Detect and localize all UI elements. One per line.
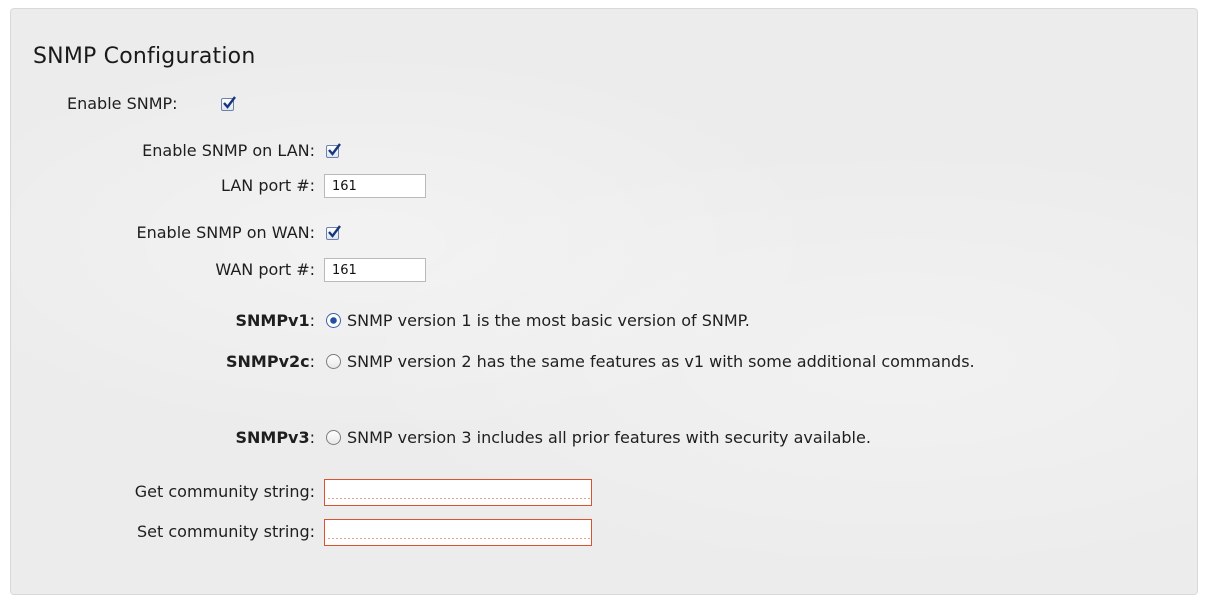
- enable-lan-row: Enable SNMP on LAN:: [11, 137, 1199, 165]
- checkmark-icon: [223, 96, 236, 109]
- wan-port-input[interactable]: [324, 258, 426, 282]
- enable-snmp-label: Enable SNMP:: [67, 94, 178, 113]
- enable-wan-checkbox[interactable]: [326, 225, 341, 240]
- lan-port-input[interactable]: [324, 174, 426, 198]
- get-community-label: Get community string:: [134, 482, 315, 501]
- enable-snmp-checkbox[interactable]: [221, 96, 236, 111]
- set-community-label: Set community string:: [137, 522, 315, 541]
- snmpv1-description: SNMP version 1 is the most basic version…: [347, 311, 750, 330]
- enable-wan-label: Enable SNMP on WAN:: [136, 223, 315, 242]
- page-title: SNMP Configuration: [33, 44, 256, 69]
- snmpv2c-row: SNMPv2c: SNMP version 2 has the same fea…: [11, 348, 1199, 408]
- snmpv1-row: SNMPv1: SNMP version 1 is the most basic…: [11, 307, 1199, 335]
- get-community-row: Get community string:: [11, 478, 1199, 506]
- set-community-input[interactable]: [324, 519, 592, 546]
- snmpv3-radio[interactable]: [326, 430, 341, 445]
- wan-port-label: WAN port #:: [215, 260, 315, 279]
- snmpv3-label: SNMPv3:: [235, 428, 315, 447]
- snmpv3-description: SNMP version 3 includes all prior featur…: [347, 428, 871, 447]
- checkmark-icon: [328, 225, 341, 238]
- set-community-row: Set community string:: [11, 518, 1199, 546]
- enable-lan-label: Enable SNMP on LAN:: [142, 141, 315, 160]
- wan-port-row: WAN port #:: [11, 256, 1199, 284]
- enable-snmp-row: Enable SNMP:: [11, 90, 1199, 118]
- lan-port-label: LAN port #:: [221, 176, 315, 195]
- snmpv1-label: SNMPv1:: [235, 311, 315, 330]
- snmp-panel: SNMP Configuration Enable SNMP: Enable S…: [10, 8, 1198, 595]
- lan-port-row: LAN port #:: [11, 172, 1199, 200]
- enable-lan-checkbox[interactable]: [326, 143, 341, 158]
- get-community-input[interactable]: [324, 479, 592, 506]
- snmpv1-radio[interactable]: [326, 313, 341, 328]
- snmpv2c-label: SNMPv2c:: [226, 352, 315, 371]
- checkmark-icon: [328, 143, 341, 156]
- snmpv2c-description: SNMP version 2 has the same features as …: [347, 352, 975, 371]
- enable-wan-row: Enable SNMP on WAN:: [11, 219, 1199, 247]
- snmpv3-row: SNMPv3: SNMP version 3 includes all prio…: [11, 424, 1199, 452]
